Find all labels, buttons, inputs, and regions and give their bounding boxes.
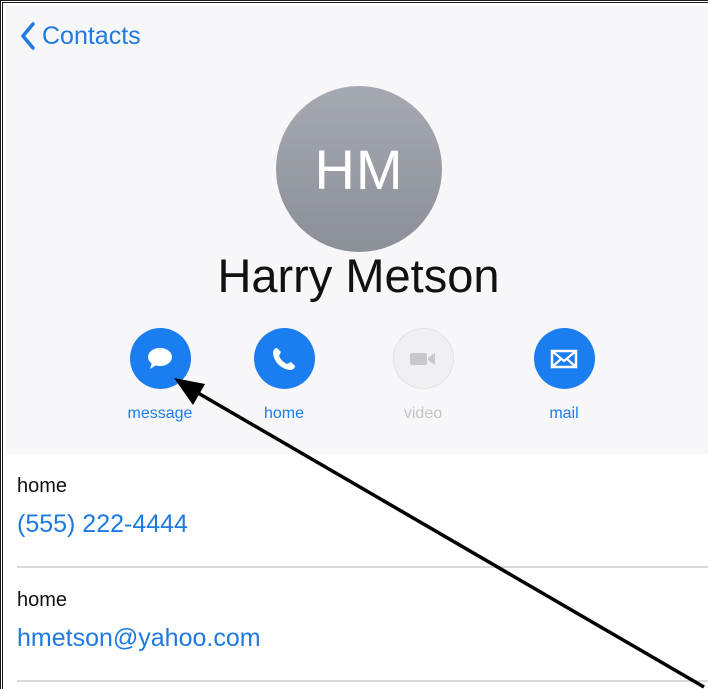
avatar: HM — [276, 86, 442, 252]
mail-icon — [550, 349, 578, 368]
mail-action-label: mail — [549, 405, 579, 422]
email-field[interactable]: home hmetson@yahoo.com — [17, 589, 708, 653]
phone-number-link[interactable]: (555) 222-4444 — [17, 510, 708, 539]
video-action-circle — [392, 328, 454, 389]
avatar-initials: HM — [314, 137, 404, 201]
contact-header: Contacts HM Harry Metson message home vi… — [6, 6, 708, 454]
phone-field-label: home — [17, 475, 68, 497]
video-action-button: video — [373, 328, 473, 423]
message-icon — [148, 347, 172, 369]
divider — [17, 566, 708, 568]
video-icon — [410, 352, 435, 365]
email-field-label: home — [17, 589, 68, 611]
call-action-circle[interactable] — [253, 328, 315, 389]
contact-name: Harry Metson — [217, 249, 500, 302]
chevron-left-icon — [21, 22, 35, 50]
message-action-button[interactable]: message — [110, 328, 210, 423]
back-label: Contacts — [42, 21, 141, 50]
phone-field[interactable]: home (555) 222-4444 — [17, 475, 708, 539]
call-home-action-button[interactable]: home — [234, 328, 334, 423]
email-link[interactable]: hmetson@yahoo.com — [17, 624, 708, 653]
video-action-label: video — [403, 405, 443, 422]
divider — [17, 680, 708, 682]
screenshot-frame: Contacts HM Harry Metson message home vi… — [0, 0, 708, 689]
mail-action-circle[interactable] — [533, 328, 595, 389]
message-action-circle[interactable] — [129, 328, 191, 389]
call-action-label: home — [263, 405, 305, 422]
phone-icon — [273, 347, 295, 370]
mail-action-button[interactable]: mail — [514, 328, 614, 423]
back-button[interactable]: Contacts — [20, 20, 141, 52]
message-action-label: message — [127, 405, 193, 422]
